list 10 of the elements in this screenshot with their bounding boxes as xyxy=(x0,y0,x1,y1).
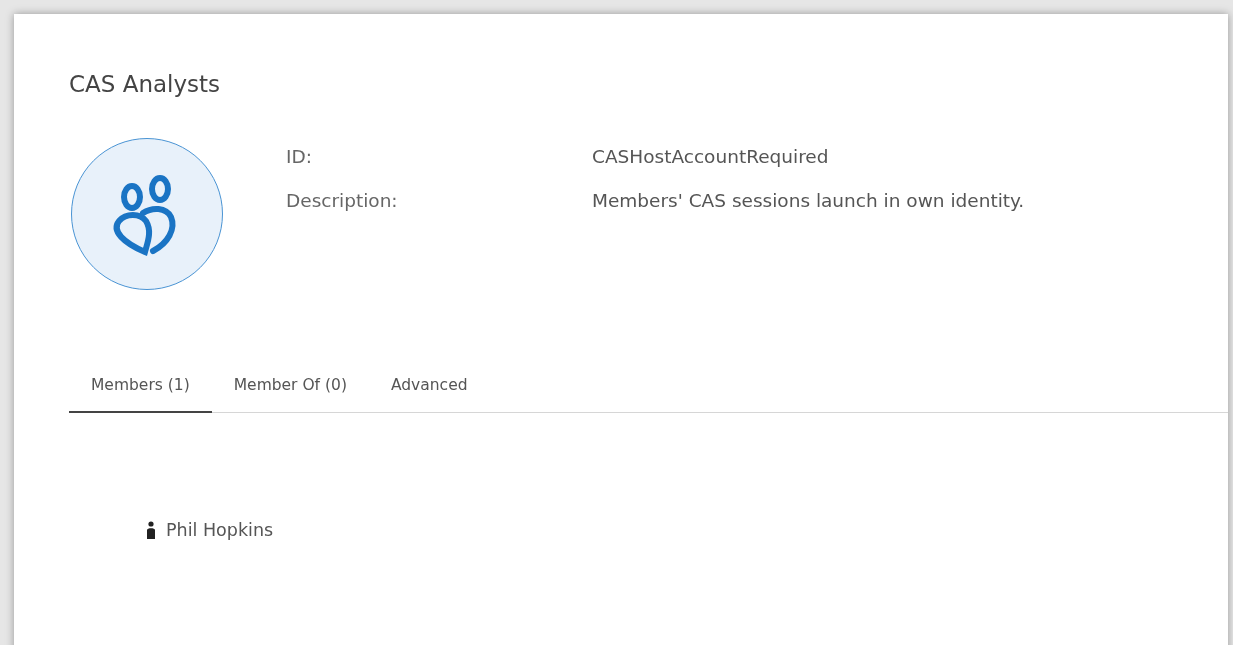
field-value: Members' CAS sessions launch in own identity. xyxy=(592,188,1025,213)
tab[interactable]: Advanced xyxy=(368,367,490,414)
tab[interactable]: Members (1) xyxy=(69,367,212,414)
member-name: Phil Hopkins xyxy=(166,519,274,543)
field-label: Description: xyxy=(286,188,399,213)
person-icon xyxy=(146,521,156,540)
tab[interactable]: Member Of (0) xyxy=(211,367,369,414)
group-title: CAS Analysts xyxy=(69,70,222,99)
field-value: CASHostAccountRequired xyxy=(592,144,829,169)
field-label: ID: xyxy=(286,144,313,169)
